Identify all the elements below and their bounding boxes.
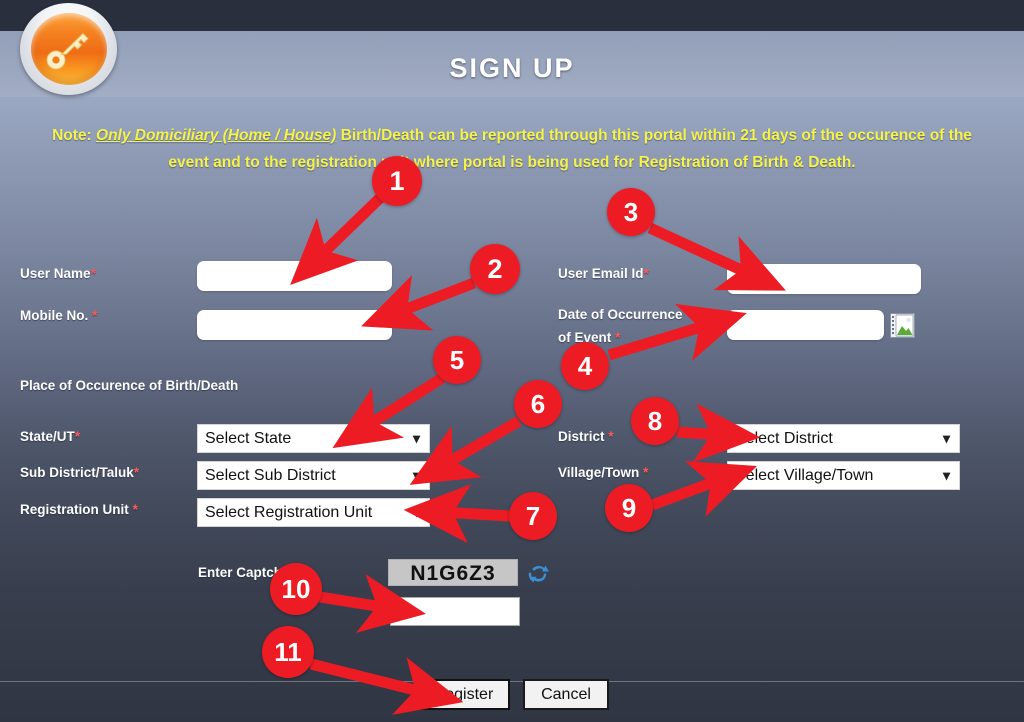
user-email-label: User Email Id* bbox=[558, 265, 649, 281]
arrow-10 bbox=[319, 574, 426, 633]
user-name-input[interactable] bbox=[197, 261, 392, 291]
user-name-label: User Name* bbox=[20, 265, 96, 281]
arrow-9 bbox=[650, 461, 758, 517]
user-email-label-text: User Email Id bbox=[558, 266, 644, 281]
signup-page: SIGN UP Note: Only Domiciliary (Home / H… bbox=[0, 0, 1024, 722]
user-name-label-text: User Name bbox=[20, 266, 91, 281]
annotation-marker-5: 5 bbox=[433, 336, 481, 384]
user-email-input[interactable] bbox=[727, 264, 921, 294]
annotation-marker-10: 10 bbox=[270, 563, 322, 615]
arrow-6 bbox=[409, 416, 522, 485]
captcha-code: N1G6Z3 bbox=[388, 559, 518, 586]
cancel-button[interactable]: Cancel bbox=[523, 679, 609, 710]
arrow-5 bbox=[332, 373, 445, 449]
footer-divider bbox=[0, 681, 1024, 682]
note-text: Note: Only Domiciliary (Home / House) Bi… bbox=[34, 122, 990, 176]
page-title: SIGN UP bbox=[449, 53, 575, 83]
state-label: State/UT* bbox=[20, 428, 80, 444]
mobile-no-label: Mobile No. * bbox=[20, 307, 97, 323]
key-icon[interactable] bbox=[20, 3, 117, 95]
village-town-label: Village/Town * bbox=[558, 464, 648, 480]
user-email-required-mark: * bbox=[643, 265, 649, 281]
annotation-marker-7: 7 bbox=[509, 492, 557, 540]
place-of-occurrence-heading: Place of Occurence of Birth/Death bbox=[20, 378, 239, 393]
key-icon-inner bbox=[30, 13, 107, 85]
arrow-7 bbox=[403, 484, 511, 544]
sub-district-label-text: Sub District/Taluk bbox=[20, 465, 134, 480]
village-town-select-value: Select Village/Town bbox=[735, 467, 874, 484]
registration-unit-label: Registration Unit * bbox=[20, 501, 138, 517]
arrow-4 bbox=[607, 303, 747, 361]
broken-image-icon[interactable] bbox=[890, 313, 915, 338]
date-of-occurrence-label-line1: Date of Occurrence bbox=[558, 307, 683, 322]
note-emphasis: Only Domiciliary (Home / House) bbox=[96, 127, 337, 144]
annotation-marker-3: 3 bbox=[607, 188, 655, 236]
district-required-mark: * bbox=[608, 428, 614, 444]
state-required-mark: * bbox=[74, 428, 81, 444]
note-prefix: Note: bbox=[52, 127, 97, 144]
annotation-marker-8: 8 bbox=[631, 397, 679, 445]
district-label: District * bbox=[558, 428, 614, 444]
register-button[interactable]: Register bbox=[417, 679, 510, 710]
annotation-marker-9: 9 bbox=[605, 484, 653, 532]
state-select[interactable]: Select State ▾ bbox=[197, 424, 430, 453]
sub-district-required-mark: * bbox=[133, 464, 140, 480]
date-label-text-1: Date of Occurrence bbox=[558, 307, 683, 322]
state-select-value: Select State bbox=[205, 430, 292, 447]
chevron-down-icon: ▾ bbox=[412, 467, 420, 483]
annotation-marker-1: 1 bbox=[372, 156, 422, 206]
date-of-occurrence-input[interactable] bbox=[727, 310, 884, 340]
key-glyph-icon bbox=[46, 32, 89, 70]
registration-unit-required-mark: * bbox=[132, 501, 138, 517]
state-label-text: State/UT bbox=[20, 429, 75, 444]
district-select[interactable]: Select District ▾ bbox=[727, 424, 960, 453]
village-town-select[interactable]: Select Village/Town ▾ bbox=[727, 461, 960, 490]
registration-unit-select[interactable]: Select Registration Unit ▾ bbox=[197, 498, 430, 527]
chevron-down-icon: ▾ bbox=[412, 504, 420, 520]
registration-unit-label-text: Registration Unit bbox=[20, 502, 129, 517]
sub-district-select[interactable]: Select Sub District ▾ bbox=[197, 461, 430, 490]
annotation-marker-2: 2 bbox=[470, 244, 520, 294]
village-town-label-text: Village/Town bbox=[558, 465, 640, 480]
date-required-mark: * bbox=[615, 329, 621, 345]
annotation-marker-6: 6 bbox=[514, 380, 562, 428]
captcha-input[interactable] bbox=[390, 597, 520, 626]
header-top-strip bbox=[0, 0, 1024, 31]
arrow-8 bbox=[676, 403, 761, 463]
arrow-11 bbox=[309, 657, 464, 715]
village-town-required-mark: * bbox=[643, 464, 649, 480]
refresh-icon[interactable] bbox=[528, 563, 550, 585]
annotation-marker-4: 4 bbox=[561, 342, 609, 390]
broken-image-glyph-icon bbox=[891, 314, 914, 337]
chevron-down-icon: ▾ bbox=[942, 467, 950, 483]
arrow-1 bbox=[290, 193, 385, 286]
refresh-glyph-icon bbox=[528, 565, 549, 583]
sub-district-select-value: Select Sub District bbox=[205, 467, 336, 484]
chevron-down-icon: ▾ bbox=[942, 430, 950, 446]
mobile-no-required-mark: * bbox=[92, 307, 98, 323]
sub-district-label: Sub District/Taluk* bbox=[20, 464, 139, 480]
district-label-text: District bbox=[558, 429, 605, 444]
registration-unit-select-value: Select Registration Unit bbox=[205, 504, 373, 521]
chevron-down-icon: ▾ bbox=[412, 430, 420, 446]
mobile-no-label-text: Mobile No. bbox=[20, 308, 89, 323]
district-select-value: Select District bbox=[735, 430, 833, 447]
mobile-no-input[interactable] bbox=[197, 310, 392, 340]
arrow-2 bbox=[361, 275, 476, 331]
annotation-marker-11: 11 bbox=[262, 626, 314, 678]
user-name-required-mark: * bbox=[90, 265, 96, 281]
